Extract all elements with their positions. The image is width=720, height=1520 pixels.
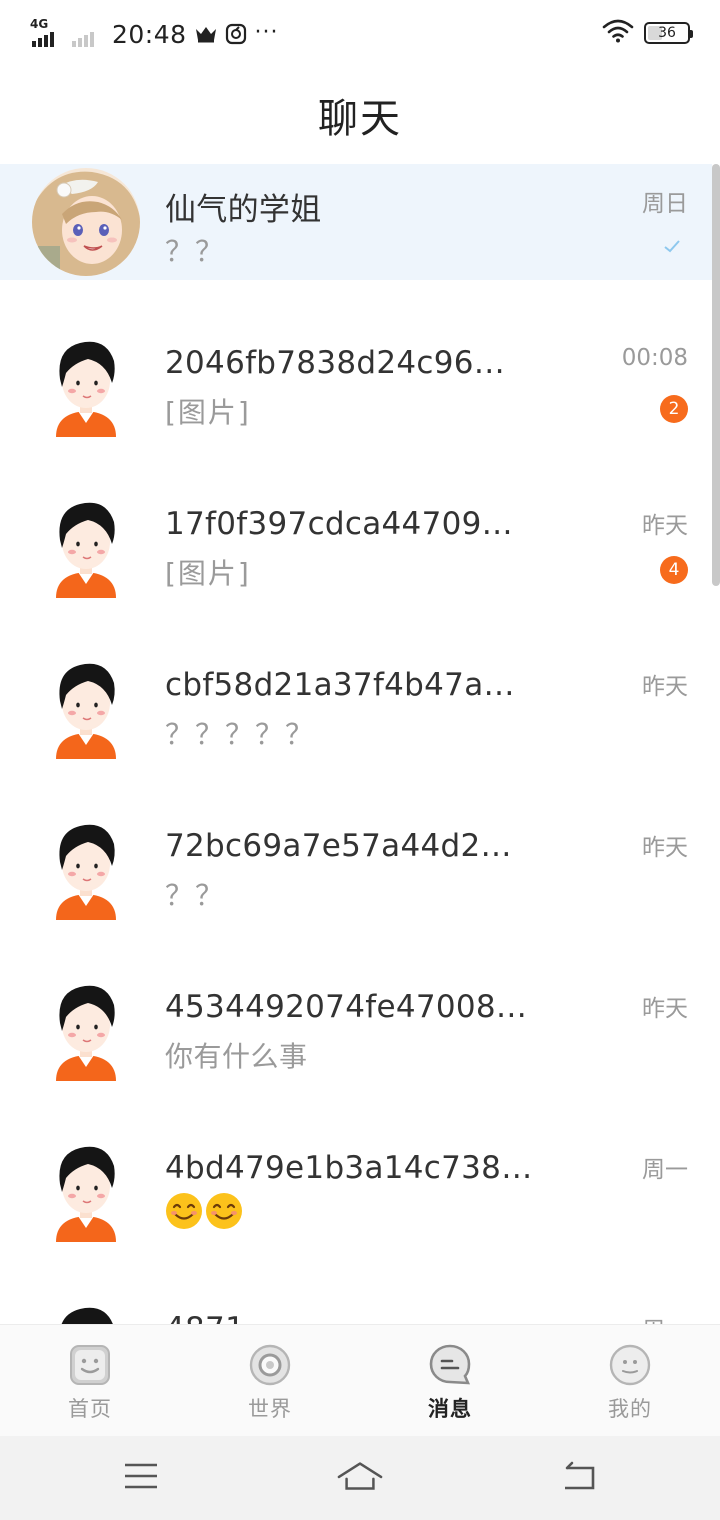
bottom-tab-bar: 首页 世界 消息 我的 [0, 1324, 720, 1436]
default-avatar[interactable] [44, 329, 128, 437]
chat-time: 昨天 [642, 996, 688, 1022]
chat-preview: ？？？？？ [165, 718, 316, 751]
wifi-icon [602, 19, 634, 47]
chat-name: 2046fb7838d24c96… [165, 345, 506, 381]
back-nav-button[interactable] [556, 1456, 602, 1496]
chat-screen: 4G 20:48 ··· 36 聊天 仙气的学姐 ？？ 周日 2046fb783… [0, 0, 720, 1520]
chat-row[interactable]: 4534492074fe47008… 你有什么事 昨天 [0, 969, 712, 1085]
tab-label: 消息 [428, 1397, 472, 1421]
battery-icon: 36 [644, 22, 693, 44]
network-type: 4G [30, 17, 49, 31]
back-icon [565, 1461, 595, 1490]
default-avatar[interactable] [44, 1134, 128, 1242]
chat-name: 4871... [165, 1311, 276, 1324]
unread-badge: 4 [660, 556, 688, 584]
status-bar: 4G 20:48 ··· 36 [0, 0, 720, 66]
chat-row[interactable]: 17f0f397cdca44709… [图片] 昨天 4 [0, 486, 712, 602]
chat-time: 周一 [642, 1311, 688, 1324]
home-nav-button[interactable] [337, 1456, 383, 1496]
chat-time: 昨天 [642, 674, 688, 700]
home-face-icon [70, 1345, 110, 1385]
chat-name: cbf58d21a37f4b47a… [165, 667, 515, 703]
home-icon [337, 1462, 383, 1490]
chat-row[interactable]: 仙气的学姐 ？？ 周日 [0, 164, 712, 280]
chat-time: 00:08 [621, 345, 688, 371]
chat-time: 昨天 [642, 513, 688, 539]
chat-time: 昨天 [642, 835, 688, 861]
chat-list[interactable]: 仙气的学姐 ？？ 周日 2046fb7838d24c96… [图片] 00:08… [0, 164, 720, 1324]
battery-level: 36 [658, 25, 676, 41]
chat-preview: [图片] [165, 396, 251, 429]
smiling-face-emoji-icon [166, 1193, 202, 1229]
tab-label: 世界 [248, 1397, 292, 1421]
anime-avatar[interactable] [32, 168, 140, 276]
chat-preview: ？？ [165, 879, 226, 912]
crown-icon [195, 23, 217, 45]
more-notifications-icon: ··· [254, 19, 279, 45]
page-title: 聊天 [318, 96, 402, 142]
tab-home[interactable]: 首页 [0, 1325, 180, 1436]
tab-world[interactable]: 世界 [180, 1325, 360, 1436]
chat-row[interactable]: 72bc69a7e57a44d2… ？？ 昨天 [0, 808, 712, 924]
status-time: 20:48 [112, 19, 187, 49]
unread-badge: 2 [660, 395, 688, 423]
menu-nav-button[interactable] [118, 1456, 164, 1496]
chat-name: 17f0f397cdca44709… [165, 506, 513, 542]
system-nav-bar [0, 1436, 720, 1520]
default-avatar[interactable] [44, 812, 128, 920]
tab-messages[interactable]: 消息 [360, 1325, 540, 1436]
smiling-face-emoji-icon [206, 1193, 242, 1229]
world-ring-icon [249, 1344, 291, 1386]
default-avatar[interactable] [44, 490, 128, 598]
tab-profile[interactable]: 我的 [540, 1325, 720, 1436]
list-scrollbar[interactable] [712, 164, 720, 586]
chat-name: 4534492074fe47008… [165, 989, 528, 1025]
chat-row[interactable]: 4871... 周一 [0, 1291, 712, 1324]
chat-row[interactable]: cbf58d21a37f4b47a… ？？？？？ 昨天 [0, 647, 712, 763]
chat-name: 72bc69a7e57a44d2… [165, 828, 512, 864]
default-avatar[interactable] [44, 651, 128, 759]
read-check-icon [664, 240, 680, 253]
page-header: 聊天 [0, 66, 720, 164]
chat-time: 周一 [642, 1157, 688, 1183]
chat-name: 4bd479e1b3a14c738… [165, 1150, 533, 1186]
chat-row[interactable]: 4bd479e1b3a14c738… 周一 [0, 1130, 712, 1246]
default-avatar[interactable] [44, 973, 128, 1081]
chat-preview: ？？ [165, 235, 226, 268]
chat-preview-emoji [165, 1192, 245, 1230]
signal-secondary-icon [70, 19, 100, 49]
message-bubble-icon [429, 1344, 471, 1385]
default-avatar[interactable] [44, 1295, 128, 1324]
chat-preview: 你有什么事 [165, 1040, 308, 1073]
app-notification-icon [225, 23, 247, 45]
signal-4g-icon: 4G [30, 17, 62, 49]
tab-label: 我的 [608, 1397, 652, 1421]
chat-preview: [图片] [165, 557, 251, 590]
chat-row[interactable]: 2046fb7838d24c96… [图片] 00:08 2 [0, 325, 712, 441]
chat-time: 周日 [642, 191, 688, 217]
profile-face-icon [609, 1344, 651, 1386]
chat-name: 仙气的学姐 [165, 192, 322, 228]
tab-label: 首页 [68, 1397, 112, 1421]
menu-icon [125, 1463, 157, 1489]
